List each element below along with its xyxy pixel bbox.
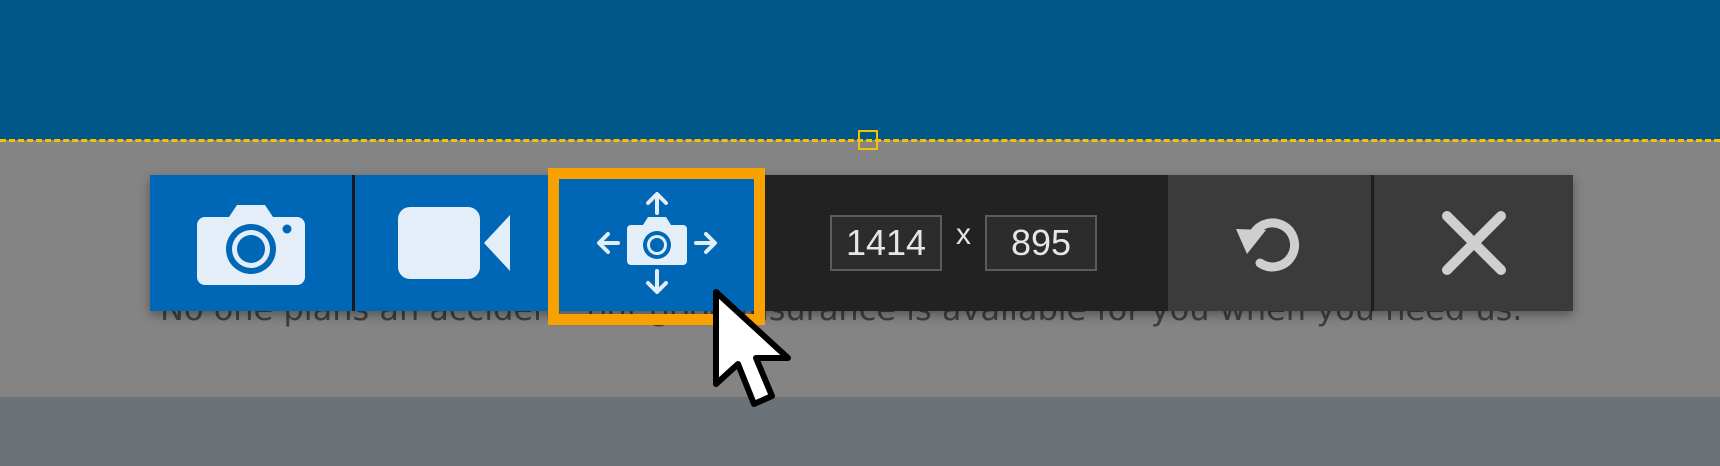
close-button[interactable] [1371, 175, 1573, 311]
move-camera-icon [596, 192, 717, 294]
page-header-band [0, 0, 1720, 140]
camera-icon [197, 205, 305, 285]
record-video-button[interactable] [352, 175, 554, 311]
capture-toolbar: x [150, 168, 1573, 325]
reset-button[interactable] [1168, 175, 1371, 311]
height-input[interactable] [985, 215, 1097, 271]
dimension-separator: x [956, 218, 971, 251]
selection-resize-handle[interactable] [858, 130, 878, 150]
screenshot-button[interactable] [150, 175, 352, 311]
close-icon [1441, 211, 1506, 275]
rotate-left-icon [1235, 218, 1299, 272]
video-camera-icon [397, 207, 510, 279]
width-input[interactable] [830, 215, 942, 271]
mouse-pointer-icon [713, 289, 791, 407]
page-footer-band [0, 397, 1720, 466]
